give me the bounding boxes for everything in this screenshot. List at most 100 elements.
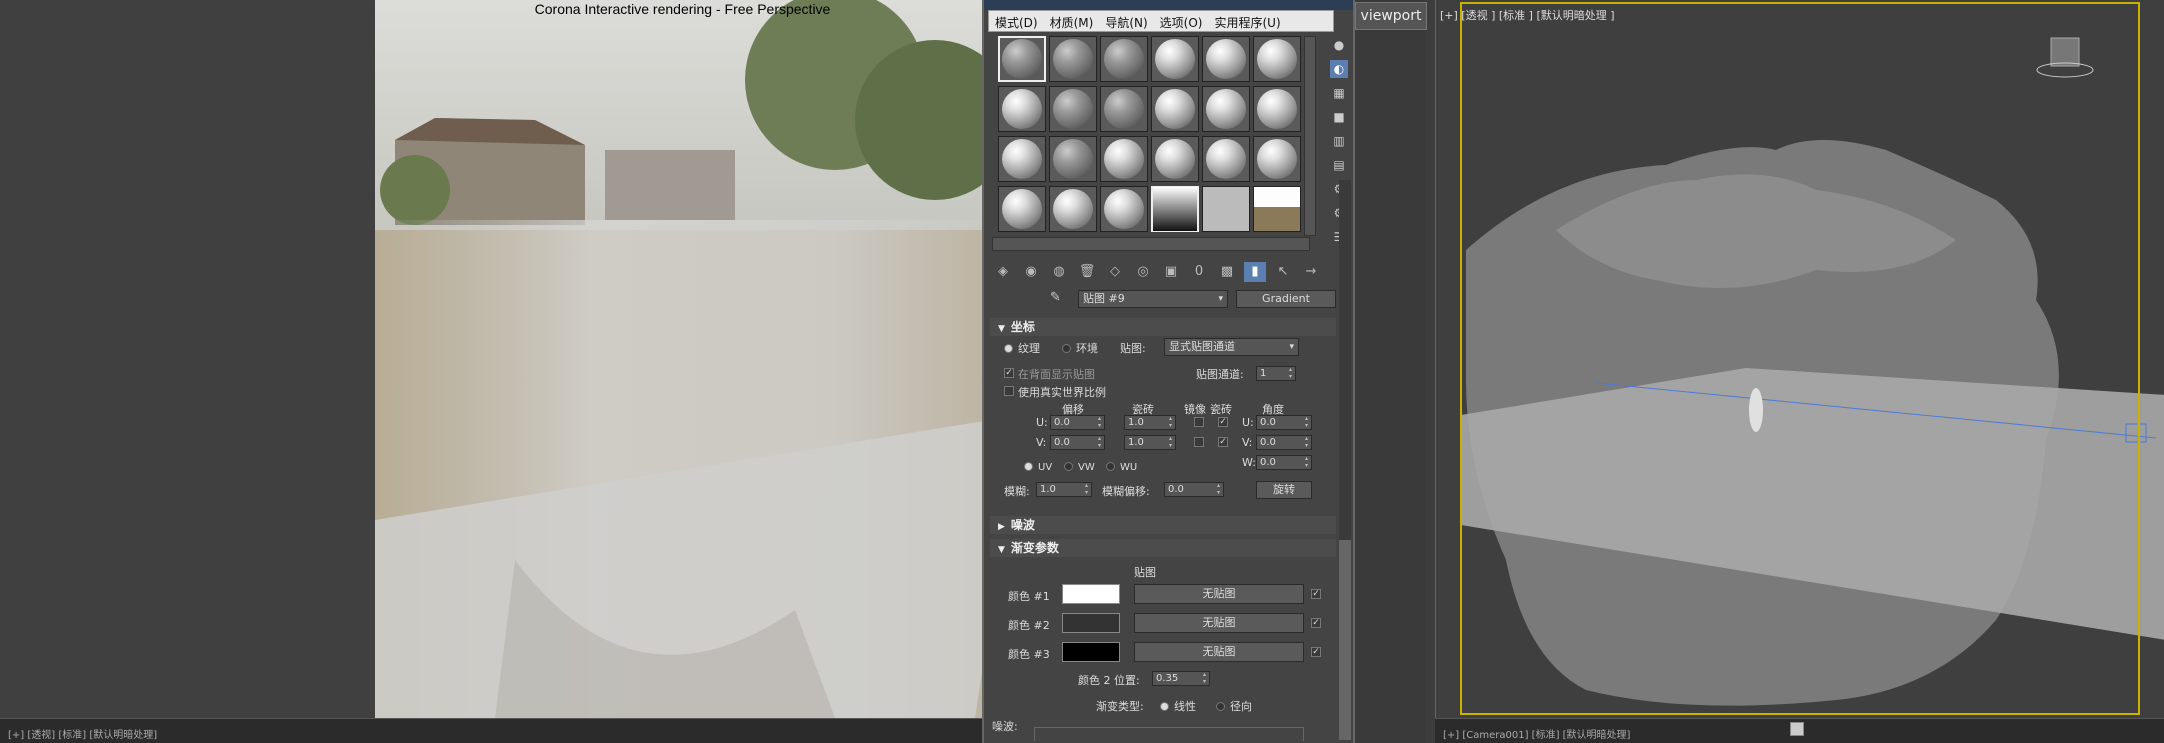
w-angle-spinner[interactable]: 0.0 (1256, 455, 1312, 470)
go-to-parent-icon[interactable]: ↖ (1272, 262, 1294, 282)
uv-radio[interactable]: UV (1024, 462, 1052, 473)
sample-slot[interactable] (1100, 36, 1148, 82)
sample-slot[interactable] (1049, 86, 1097, 132)
background-icon[interactable]: ▦ (1330, 84, 1348, 102)
render-window[interactable]: Corona Interactive rendering - Free Pers… (375, 0, 990, 718)
uv-tiling-icon[interactable]: ■ (1330, 108, 1348, 126)
show-on-back-checkbox[interactable]: ✓ (1004, 368, 1014, 378)
u-angle-spinner[interactable]: 0.0 (1256, 415, 1312, 430)
v-tile-checkbox[interactable]: ✓ (1218, 437, 1228, 447)
color3-swatch[interactable] (1062, 642, 1120, 662)
sample-slot[interactable] (1100, 136, 1148, 182)
wu-radio[interactable]: WU (1106, 462, 1137, 473)
noise-rollout[interactable]: ▶ 噪波 (990, 516, 1336, 534)
delete-icon[interactable]: 🗑 (1076, 262, 1098, 282)
sample-slot[interactable] (1049, 136, 1097, 182)
make-unique-icon[interactable]: ◎ (1132, 262, 1154, 282)
u-tiling-spinner[interactable]: 1.0 (1124, 415, 1176, 430)
w-angle-label: W: (1242, 456, 1256, 469)
color2-map-button[interactable]: 无贴图 (1134, 613, 1304, 633)
sample-slot[interactable] (1049, 36, 1097, 82)
sample-slot[interactable] (1202, 136, 1250, 182)
sample-slot[interactable] (1202, 86, 1250, 132)
environment-radio[interactable]: 环境 (1062, 340, 1098, 356)
menu-utilities[interactable]: 实用程序(U) (1208, 11, 1286, 31)
sample-slot[interactable] (998, 136, 1046, 182)
sample-slot[interactable] (1100, 186, 1148, 232)
slots-vertical-scrollbar[interactable] (1304, 36, 1316, 236)
left-viewport[interactable] (0, 0, 375, 743)
video-color-check-icon[interactable]: ▥ (1330, 132, 1348, 150)
sample-slot[interactable] (1151, 86, 1199, 132)
viewport-label[interactable]: [+] [透视 ] [标准 ] [默认明暗处理 ] (1440, 7, 1615, 23)
map-name-field[interactable]: 贴图 #9 ▾ (1078, 290, 1228, 308)
sample-slot[interactable] (1100, 86, 1148, 132)
sample-slot-noise[interactable] (1202, 186, 1250, 232)
color2-position-spinner[interactable]: 0.35 (1152, 671, 1210, 686)
material-id-icon[interactable]: 0 (1188, 262, 1210, 282)
sample-slot[interactable] (1049, 186, 1097, 232)
menu-options[interactable]: 选项(O) (1154, 11, 1209, 31)
vw-radio[interactable]: VW (1064, 462, 1095, 473)
menu-mode[interactable]: 模式(D) (989, 11, 1044, 31)
color2-map-checkbox[interactable]: ✓ (1311, 618, 1321, 628)
u-mirror-checkbox[interactable] (1194, 417, 1204, 427)
make-preview-icon[interactable]: ▤ (1330, 156, 1348, 174)
map-channel-spinner[interactable]: 1 (1256, 366, 1296, 381)
assign-to-selection-icon[interactable]: ◍ (1048, 262, 1070, 282)
sample-slot-gradient[interactable] (1151, 186, 1199, 232)
put-to-library-icon[interactable]: ▣ (1160, 262, 1182, 282)
sample-slot[interactable] (1253, 36, 1301, 82)
slots-horizontal-scrollbar[interactable] (992, 237, 1310, 251)
menu-material[interactable]: 材质(M) (1044, 11, 1100, 31)
viewport-button[interactable]: viewport (1355, 2, 1427, 30)
sample-slot[interactable] (998, 186, 1046, 232)
coordinates-rollout[interactable]: ▼ 坐标 (990, 318, 1336, 336)
linear-radio[interactable]: 线性 (1160, 698, 1196, 714)
color3-map-button[interactable]: 无贴图 (1134, 642, 1304, 662)
rotate-button[interactable]: 旋转 (1256, 481, 1312, 499)
color2-label: 颜色 #2 (1008, 619, 1050, 632)
v-mirror-checkbox[interactable] (1194, 437, 1204, 447)
material-editor-scroll-thumb[interactable] (1339, 540, 1351, 740)
get-material-icon[interactable]: ◈ (992, 262, 1014, 282)
color1-map-checkbox[interactable]: ✓ (1311, 589, 1321, 599)
color1-swatch[interactable] (1062, 584, 1120, 604)
gradient-params-rollout[interactable]: ▼ 渐变参数 (990, 539, 1336, 557)
sample-slot[interactable] (1253, 86, 1301, 132)
blur-offset-spinner[interactable]: 0.0 (1164, 482, 1224, 497)
u-offset-spinner[interactable]: 0.0 (1050, 415, 1105, 430)
sample-slot[interactable] (1151, 136, 1199, 182)
color2-swatch[interactable] (1062, 613, 1120, 633)
sample-slot[interactable] (1151, 36, 1199, 82)
sample-slot[interactable] (998, 86, 1046, 132)
color3-map-checkbox[interactable]: ✓ (1311, 647, 1321, 657)
u-tile-checkbox[interactable]: ✓ (1218, 417, 1228, 427)
sample-slot[interactable] (998, 36, 1046, 82)
menu-bar: 模式(D) 材质(M) 导航(N) 选项(O) 实用程序(U) (988, 10, 1334, 32)
real-world-checkbox[interactable] (1004, 386, 1014, 396)
radial-radio[interactable]: 径向 (1216, 698, 1252, 714)
v-angle-spinner[interactable]: 0.0 (1256, 435, 1312, 450)
mapping-dropdown[interactable]: 显式贴图通道 ▾ (1164, 338, 1299, 356)
sample-slot[interactable] (1253, 136, 1301, 182)
go-forward-icon[interactable]: → (1300, 262, 1322, 282)
time-slider-knob[interactable] (1790, 722, 1804, 736)
v-tiling-spinner[interactable]: 1.0 (1124, 435, 1176, 450)
color1-map-button[interactable]: 无贴图 (1134, 584, 1304, 604)
texture-radio[interactable]: 纹理 (1004, 340, 1040, 356)
put-to-scene-icon[interactable]: ◉ (1020, 262, 1042, 282)
blur-spinner[interactable]: 1.0 (1036, 482, 1092, 497)
eyedropper-icon[interactable]: ✎ (1050, 290, 1064, 308)
map-type-button[interactable]: Gradient (1236, 290, 1336, 308)
sample-slot[interactable] (1202, 36, 1250, 82)
show-end-result-icon[interactable]: ▮ (1244, 262, 1266, 282)
sample-type-icon[interactable]: ● (1330, 36, 1348, 54)
copy-material-icon[interactable]: ◇ (1104, 262, 1126, 282)
v-offset-spinner[interactable]: 0.0 (1050, 435, 1105, 450)
sample-slot-bitmap[interactable] (1253, 186, 1301, 232)
menu-navigation[interactable]: 导航(N) (1099, 11, 1153, 31)
backlight-icon[interactable]: ◐ (1330, 60, 1348, 78)
material-editor-titlebar[interactable] (984, 0, 1353, 10)
show-shaded-icon[interactable]: ▩ (1216, 262, 1238, 282)
